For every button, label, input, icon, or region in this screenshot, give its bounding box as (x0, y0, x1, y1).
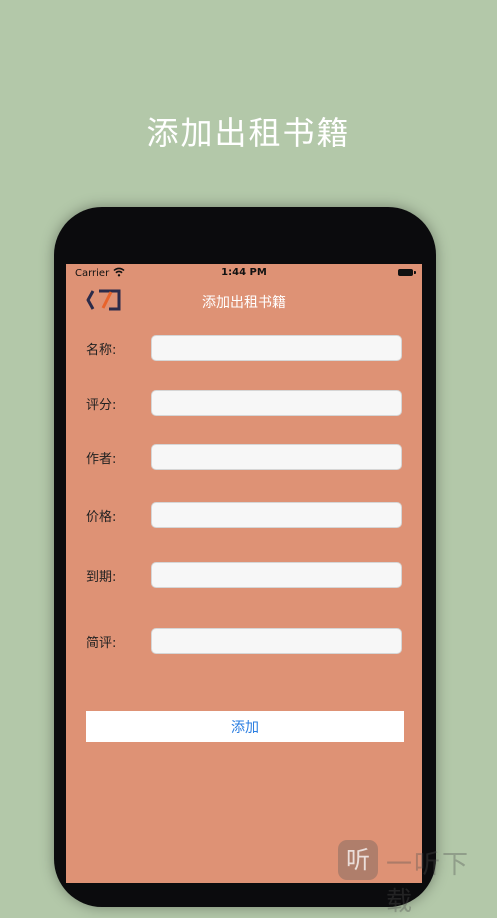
author-label: 作者: (86, 452, 117, 467)
watermark-logo: 听 (338, 840, 378, 880)
status-time: 1:44 PM (221, 267, 267, 278)
form-row-rating: 评分: (86, 390, 404, 418)
watermark-text: 一听下载 (386, 850, 471, 917)
review-input[interactable] (151, 628, 402, 654)
add-button[interactable]: 添加 (86, 711, 404, 742)
price-input[interactable] (151, 502, 402, 528)
author-input[interactable] (151, 444, 402, 470)
status-bar: Carrier 1:44 PM (66, 264, 422, 282)
review-label: 简评: (86, 636, 117, 651)
due-date-input[interactable] (151, 562, 402, 588)
watermark: 听 一听下载 (338, 838, 497, 917)
form-row-author: 作者: (86, 444, 404, 472)
form-row-due-date: 到期: (86, 562, 404, 590)
app-screen: Carrier 1:44 PM 添加出租书籍 名称: 评分: 作者: 价格: 到… (66, 264, 422, 883)
promo-title: 添加出租书籍 (146, 114, 351, 152)
price-label: 价格: (86, 510, 117, 525)
battery-icon (398, 269, 416, 276)
name-label: 名称: (86, 343, 117, 358)
form-row-price: 价格: (86, 502, 404, 530)
rating-label: 评分: (86, 398, 117, 413)
name-input[interactable] (151, 335, 402, 361)
rating-input[interactable] (151, 390, 402, 416)
form-row-review: 简评: (86, 628, 404, 656)
nav-title: 添加出租书籍 (202, 295, 286, 311)
form-row-name: 名称: (86, 335, 404, 363)
due-date-label: 到期: (86, 570, 117, 585)
